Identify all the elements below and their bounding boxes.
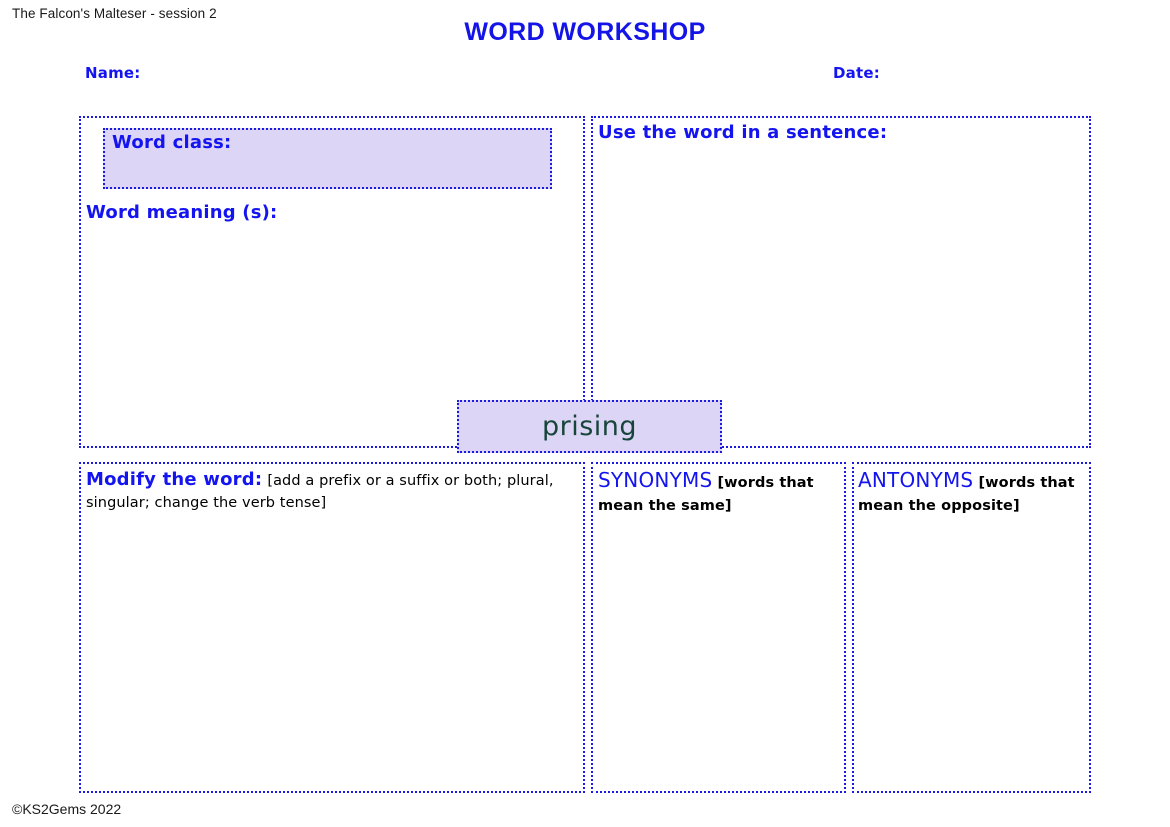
focus-word-box[interactable]: prising (457, 400, 722, 453)
modify-word-heading-block: Modify the word: [add a prefix or a suff… (86, 469, 556, 513)
synonyms-heading-block: SYNONYMS [words that mean the same] (598, 467, 840, 517)
antonyms-label: ANTONYMS (858, 468, 973, 492)
focus-word-text: prising (542, 413, 637, 440)
name-field-label: Name: (85, 64, 140, 82)
word-meaning-label: Word meaning (s): (86, 202, 277, 223)
synonyms-label: SYNONYMS (598, 468, 712, 492)
sentence-label: Use the word in a sentence: (598, 122, 887, 143)
modify-word-label: Modify the word: (86, 469, 262, 490)
sentence-panel[interactable] (591, 116, 1091, 448)
page-title: WORD WORKSHOP (0, 18, 1170, 47)
copyright-footer: ©KS2Gems 2022 (12, 801, 121, 817)
date-field-label: Date: (833, 64, 880, 82)
antonyms-heading-block: ANTONYMS [words that mean the opposite] (858, 467, 1084, 517)
word-class-label: Word class: (112, 132, 231, 153)
